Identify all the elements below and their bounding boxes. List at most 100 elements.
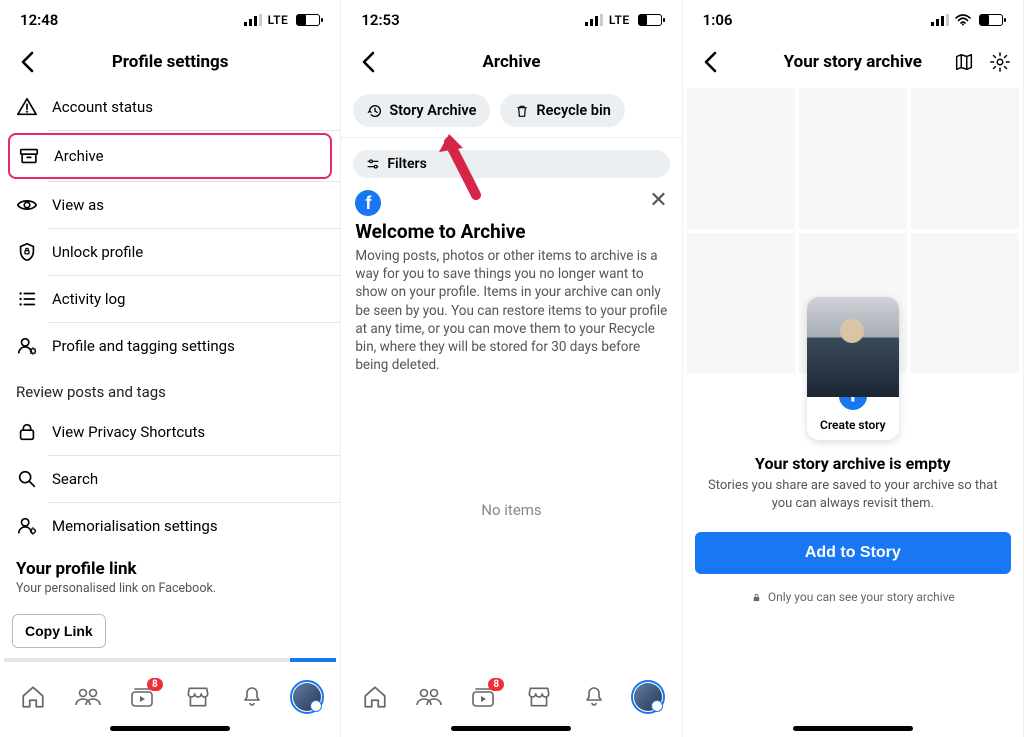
row-label: Unlock profile bbox=[52, 243, 143, 261]
row-privacy-shortcuts[interactable]: View Privacy Shortcuts bbox=[0, 409, 340, 455]
chip-recycle-bin[interactable]: Recycle bin bbox=[500, 94, 624, 127]
nav-header: Archive bbox=[341, 40, 681, 84]
no-items-text: No items bbox=[341, 501, 681, 519]
row-account-status[interactable]: Account status bbox=[0, 84, 340, 130]
scroll-progress bbox=[4, 658, 336, 662]
tab-menu[interactable] bbox=[285, 683, 329, 711]
tab-notifications[interactable] bbox=[572, 684, 616, 710]
add-to-story-button[interactable]: Add to Story bbox=[695, 532, 1011, 574]
signal-icon bbox=[585, 14, 603, 26]
page-title: Profile settings bbox=[0, 52, 340, 72]
signal-icon bbox=[244, 14, 262, 26]
settings-list: Account status Archive View as Unlock pr… bbox=[0, 84, 340, 666]
list-icon bbox=[16, 288, 38, 310]
tab-notifications[interactable] bbox=[230, 684, 274, 710]
tab-watch[interactable]: 8 bbox=[121, 684, 165, 710]
settings-button[interactable] bbox=[989, 51, 1011, 73]
create-story-label: Create story bbox=[807, 417, 899, 440]
home-indicator bbox=[451, 726, 571, 731]
privacy-note: Only you can see your story archive bbox=[683, 586, 1023, 614]
watch-badge: 8 bbox=[147, 678, 163, 691]
chip-story-archive[interactable]: Story Archive bbox=[353, 94, 490, 127]
status-bar: 1:06 bbox=[683, 0, 1023, 40]
row-label: Profile and tagging settings bbox=[52, 337, 235, 355]
status-indicators: LTE bbox=[585, 13, 662, 27]
filters-label: Filters bbox=[387, 156, 426, 172]
empty-state: Your story archive is empty Stories you … bbox=[683, 440, 1023, 520]
tab-menu[interactable] bbox=[626, 683, 670, 711]
gear-icon bbox=[989, 51, 1011, 73]
profile-link-title: Your profile link bbox=[16, 559, 324, 579]
status-time: 1:06 bbox=[703, 11, 733, 29]
network-label: LTE bbox=[268, 13, 289, 27]
privacy-text: Only you can see your story archive bbox=[768, 590, 955, 604]
tab-marketplace[interactable] bbox=[176, 684, 220, 710]
grid-cell bbox=[911, 88, 1019, 229]
home-indicator bbox=[110, 726, 230, 731]
create-story-card[interactable]: + Create story bbox=[807, 297, 899, 440]
tab-friends[interactable] bbox=[407, 684, 451, 710]
lock-icon bbox=[16, 421, 38, 443]
row-label: Activity log bbox=[52, 290, 125, 308]
create-story-thumbnail bbox=[807, 297, 899, 397]
tab-friends[interactable] bbox=[66, 684, 110, 710]
map-button[interactable] bbox=[953, 51, 975, 73]
bell-icon bbox=[582, 684, 606, 710]
close-button[interactable]: ✕ bbox=[649, 188, 667, 213]
home-icon bbox=[20, 684, 46, 710]
section-review: Review posts and tags bbox=[0, 369, 340, 409]
tab-home[interactable] bbox=[353, 684, 397, 710]
tab-home[interactable] bbox=[11, 684, 55, 710]
row-archive[interactable]: Archive bbox=[8, 133, 332, 179]
copy-link-button[interactable]: Copy Link bbox=[12, 614, 106, 648]
home-indicator bbox=[793, 726, 913, 731]
grid-cell bbox=[911, 233, 1019, 374]
back-button[interactable] bbox=[12, 47, 42, 77]
bottom-tab-bar: 8 bbox=[341, 666, 681, 724]
row-memorialisation[interactable]: Memorialisation settings bbox=[0, 503, 340, 549]
row-activity-log[interactable]: Activity log bbox=[0, 276, 340, 322]
clock-history-icon bbox=[367, 103, 383, 119]
chip-label: Recycle bin bbox=[536, 102, 610, 119]
row-view-as[interactable]: View as bbox=[0, 182, 340, 228]
battery-icon bbox=[296, 14, 320, 26]
signal-icon bbox=[931, 14, 949, 26]
grid-cell bbox=[799, 88, 907, 229]
wifi-icon bbox=[955, 14, 971, 26]
screen-story-archive: 1:06 Your story archive + Create story bbox=[683, 0, 1024, 737]
battery-icon bbox=[638, 14, 662, 26]
watch-badge: 8 bbox=[488, 678, 504, 691]
row-label: Archive bbox=[54, 147, 104, 165]
friends-icon bbox=[414, 684, 444, 710]
store-icon bbox=[526, 684, 552, 710]
row-label: View Privacy Shortcuts bbox=[52, 423, 205, 441]
user-gear-icon bbox=[16, 335, 38, 357]
row-search[interactable]: Search bbox=[0, 456, 340, 502]
nav-header: Your story archive bbox=[683, 40, 1023, 84]
status-bar: 12:53 LTE bbox=[341, 0, 681, 40]
welcome-card: ✕ f Welcome to Archive Moving posts, pho… bbox=[341, 190, 681, 381]
welcome-body: Moving posts, photos or other items to a… bbox=[355, 247, 667, 375]
home-icon bbox=[362, 684, 388, 710]
friends-icon bbox=[73, 684, 103, 710]
status-time: 12:53 bbox=[361, 11, 399, 29]
user-gear-icon bbox=[16, 515, 38, 537]
screen-archive: 12:53 LTE Archive Story Archive Recycle … bbox=[341, 0, 682, 737]
archive-icon bbox=[18, 145, 40, 167]
row-profile-tagging[interactable]: Profile and tagging settings bbox=[0, 323, 340, 369]
nav-header: Profile settings bbox=[0, 40, 340, 84]
map-icon bbox=[953, 51, 975, 73]
row-label: View as bbox=[52, 196, 104, 214]
row-unlock-profile[interactable]: Unlock profile bbox=[0, 229, 340, 275]
network-label: LTE bbox=[609, 13, 630, 27]
screen-profile-settings: 12:48 LTE Profile settings Account statu… bbox=[0, 0, 341, 737]
tab-watch[interactable]: 8 bbox=[462, 684, 506, 710]
status-indicators bbox=[931, 14, 1003, 26]
filters-button[interactable]: Filters bbox=[353, 150, 669, 178]
tab-marketplace[interactable] bbox=[517, 684, 561, 710]
grid-cell bbox=[687, 233, 795, 374]
avatar-icon bbox=[293, 683, 321, 711]
back-button[interactable] bbox=[695, 47, 725, 77]
back-button[interactable] bbox=[353, 47, 383, 77]
battery-icon bbox=[979, 14, 1003, 26]
